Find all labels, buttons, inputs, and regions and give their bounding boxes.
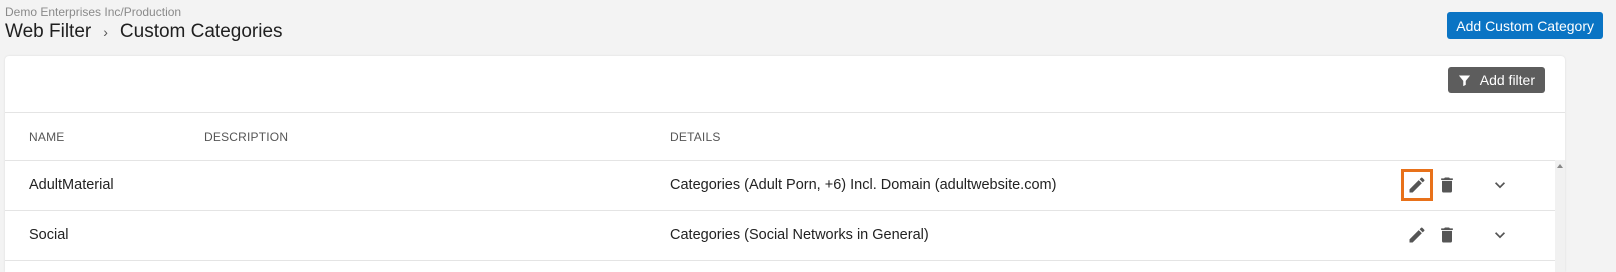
trash-icon — [1437, 225, 1457, 245]
column-header-description[interactable]: DESCRIPTION — [204, 130, 288, 144]
edit-button[interactable] — [1401, 169, 1433, 201]
categories-panel: Add filter NAME DESCRIPTION DETAILS Adul… — [5, 56, 1565, 272]
table-scrollbar[interactable] — [1555, 160, 1565, 272]
chevron-down-icon — [1490, 225, 1510, 245]
expand-row-button[interactable] — [1484, 219, 1516, 251]
edit-button[interactable] — [1401, 219, 1433, 251]
delete-button[interactable] — [1431, 219, 1463, 251]
pencil-icon — [1407, 225, 1427, 245]
table-row[interactable]: AdultMaterial Categories (Adult Porn, +6… — [5, 161, 1565, 211]
breadcrumb-custom-categories: Custom Categories — [119, 21, 283, 42]
breadcrumb: Web Filter › Custom Categories — [5, 21, 283, 43]
org-path: Demo Enterprises Inc/Production — [5, 5, 182, 19]
chevron-down-icon — [1490, 175, 1510, 195]
add-filter-label: Add filter — [1479, 72, 1535, 88]
table-header: NAME DESCRIPTION DETAILS — [5, 113, 1565, 161]
filter-icon — [1457, 73, 1472, 88]
table-toolbar: Add filter — [5, 56, 1565, 113]
trash-icon — [1437, 175, 1457, 195]
row-details: Categories (Social Networks in General) — [670, 227, 929, 243]
delete-button[interactable] — [1431, 169, 1463, 201]
add-custom-category-button[interactable]: Add Custom Category — [1447, 12, 1603, 39]
pencil-icon — [1407, 175, 1427, 195]
scroll-up-arrow-icon[interactable] — [1557, 164, 1563, 168]
row-details: Categories (Adult Porn, +6) Incl. Domain… — [670, 177, 1057, 193]
table-row[interactable]: Social Categories (Social Networks in Ge… — [5, 211, 1565, 261]
row-name: Social — [29, 227, 69, 243]
column-header-name[interactable]: NAME — [29, 130, 64, 144]
breadcrumb-web-filter[interactable]: Web Filter — [5, 21, 91, 43]
breadcrumb-separator: › — [103, 24, 108, 40]
add-filter-button[interactable]: Add filter — [1447, 67, 1545, 93]
row-name: AdultMaterial — [29, 177, 114, 193]
expand-row-button[interactable] — [1484, 169, 1516, 201]
column-header-details[interactable]: DETAILS — [670, 130, 721, 144]
